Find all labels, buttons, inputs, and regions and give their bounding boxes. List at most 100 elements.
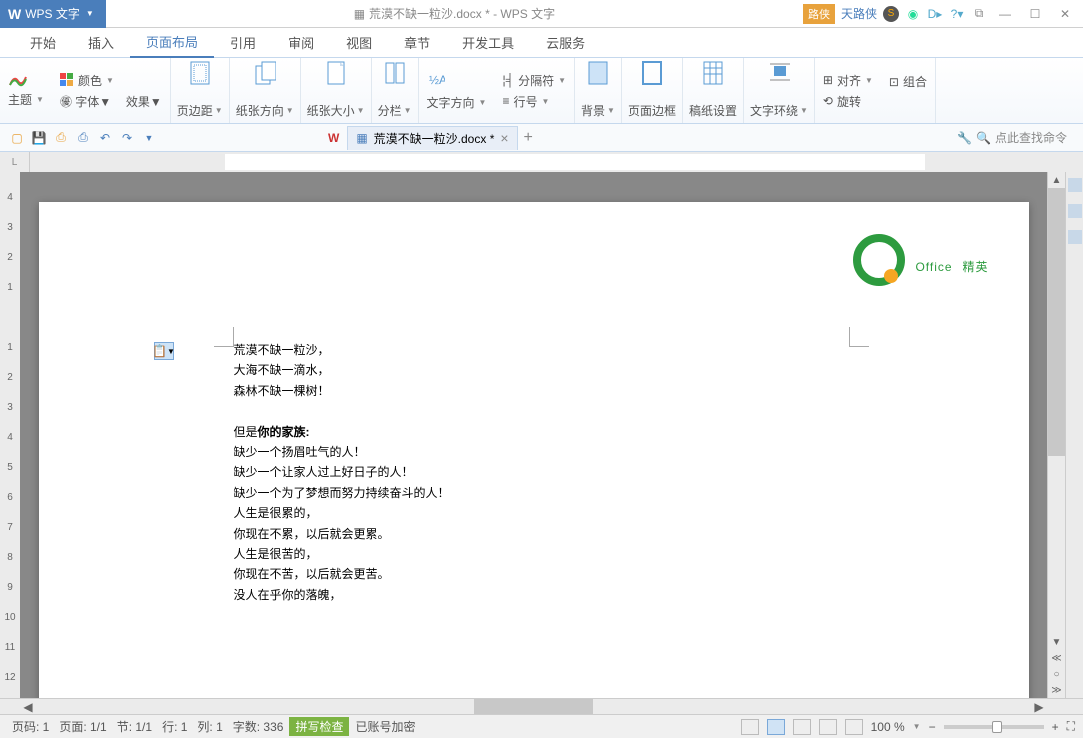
undo-icon[interactable]: ↶ — [94, 127, 116, 149]
next-page-button[interactable]: ≫ — [1048, 682, 1065, 698]
menu-cloud[interactable]: 云服务 — [530, 28, 601, 58]
scroll-down-button[interactable]: ▼ — [1048, 634, 1065, 650]
sidepanel-item-3[interactable] — [1068, 230, 1082, 244]
rotate-button[interactable]: ⟲ 旋转 — [823, 93, 861, 110]
vertical-scrollbar[interactable]: ▲ ▼ ≪ ○ ≫ — [1047, 172, 1065, 698]
user-badge[interactable]: 路侠 — [803, 4, 835, 24]
print-icon[interactable]: ⎙ — [72, 127, 94, 149]
d-icon[interactable]: D▸ — [927, 6, 943, 22]
document-tab[interactable]: ▦ 荒漠不缺一粒沙.docx * × — [347, 126, 517, 150]
status-col[interactable]: 列: 1 — [193, 718, 226, 735]
username[interactable]: 天路侠 — [841, 5, 877, 22]
status-page-no[interactable]: 页码: 1 — [8, 718, 53, 735]
status-words[interactable]: 字数: 336 — [229, 718, 288, 735]
close-tab-button[interactable]: × — [500, 130, 508, 146]
view-mode-4[interactable] — [819, 719, 837, 735]
titlebar: WWPS 文字▼ ▦ 荒漠不缺一粒沙.docx * - WPS 文字 路侠 天路… — [0, 0, 1083, 28]
effects-button[interactable]: 效果▼ — [126, 93, 162, 110]
window-title: ▦ 荒漠不缺一粒沙.docx * - WPS 文字 — [106, 5, 803, 22]
toolbox-icon[interactable]: 🔧 — [957, 131, 972, 145]
restore-icon[interactable]: ⧉ — [971, 6, 987, 22]
sidepanel-item-1[interactable] — [1068, 178, 1082, 192]
menu-section[interactable]: 章节 — [388, 28, 446, 58]
color-scheme-button[interactable]: 颜色▼ — [60, 72, 114, 89]
status-spellcheck[interactable]: 拼写检查 — [289, 717, 349, 736]
page[interactable]: Office 精英 📋▼ 荒漠不缺一粒沙， 大海不缺一滴水， 森林不缺一棵树！ … — [39, 202, 1029, 698]
minimize-button[interactable]: — — [993, 4, 1017, 24]
menu-page-layout[interactable]: 页面布局 — [130, 28, 214, 58]
horizontal-scrollbar[interactable]: ◀ ▶ — [0, 698, 1083, 714]
zoom-label[interactable]: 100 % — [871, 720, 905, 734]
sidepanel-item-2[interactable] — [1068, 204, 1082, 218]
align-button[interactable]: ⊞ 对齐▼ — [823, 72, 873, 89]
add-tab-button[interactable]: + — [524, 129, 533, 147]
help-icon[interactable]: ?▾ — [949, 6, 965, 22]
text-wrap-button[interactable]: 文字环绕▼ — [744, 58, 815, 123]
sync-icon[interactable]: ◉ — [905, 6, 921, 22]
save-icon[interactable]: 💾 — [28, 127, 50, 149]
new-icon[interactable]: ▢ — [6, 127, 28, 149]
svg-text:½A: ½A — [429, 73, 445, 87]
hscroll-thumb[interactable] — [474, 699, 593, 714]
columns-button[interactable]: 分栏▼ — [372, 58, 419, 123]
text-direction-icon[interactable]: ½A — [427, 70, 445, 90]
menu-start[interactable]: 开始 — [14, 28, 72, 58]
paper-size-button[interactable]: 纸张大小▼ — [301, 58, 372, 123]
menu-review[interactable]: 审阅 — [272, 28, 330, 58]
background-button[interactable]: 背景▼ — [575, 58, 622, 123]
status-section[interactable]: 节: 1/1 — [113, 718, 156, 735]
menu-insert[interactable]: 插入 — [72, 28, 130, 58]
scroll-left-button[interactable]: ◀ — [20, 700, 36, 714]
theme-button[interactable]: 主题▼ — [8, 91, 44, 108]
vscroll-thumb[interactable] — [1048, 188, 1065, 456]
margins-button[interactable]: 页边距▼ — [171, 58, 230, 123]
status-line[interactable]: 行: 1 — [158, 718, 191, 735]
watermark: Office 精英 — [851, 232, 988, 288]
ruler-vertical[interactable]: 43 21 12 34 56 78 910 1112 — [0, 172, 20, 698]
workspace: 43 21 12 34 56 78 910 1112 Office 精英 📋▼ … — [0, 172, 1083, 698]
status-encrypt[interactable]: 已账号加密 — [351, 718, 419, 735]
font-scheme-button[interactable]: ㊝ 字体▼ — [60, 93, 111, 110]
breaks-button[interactable]: ¦╡ 分隔符▼ — [502, 72, 566, 89]
view-mode-1[interactable] — [741, 719, 759, 735]
line-numbers-button[interactable]: ≡ 行号▼ — [502, 93, 549, 110]
status-page[interactable]: 页面: 1/1 — [55, 718, 110, 735]
page-border-button[interactable]: 页面边框 — [622, 58, 683, 123]
search-command-input[interactable]: 点此查找命令 — [995, 129, 1067, 146]
view-mode-2[interactable] — [767, 719, 785, 735]
view-mode-3[interactable] — [793, 719, 811, 735]
close-button[interactable]: ✕ — [1053, 4, 1077, 24]
print-preview-icon[interactable]: ⎙ — [50, 127, 72, 149]
document-content[interactable]: 荒漠不缺一粒沙， 大海不缺一滴水， 森林不缺一棵树！ 但是你的家族: 缺少一个扬… — [234, 340, 969, 605]
menu-devtools[interactable]: 开发工具 — [446, 28, 530, 58]
scroll-up-button[interactable]: ▲ — [1048, 172, 1065, 188]
scroll-right-button[interactable]: ▶ — [1031, 700, 1047, 714]
menubar: 开始 插入 页面布局 引用 审阅 视图 章节 开发工具 云服务 — [0, 28, 1083, 58]
app-logo[interactable]: WWPS 文字▼ — [0, 0, 106, 28]
margin-mark-tl — [214, 327, 234, 347]
wps-home-tab[interactable]: W — [320, 126, 347, 150]
ruler-horizontal[interactable]: L — [0, 152, 1083, 172]
text-direction-button[interactable]: 文字方向▼ — [427, 94, 487, 111]
zoom-slider[interactable] — [944, 725, 1044, 729]
redo-icon[interactable]: ↷ — [116, 127, 138, 149]
draft-settings-button[interactable]: 稿纸设置 — [683, 58, 744, 123]
theme-colors-icon[interactable] — [8, 73, 28, 87]
view-mode-5[interactable] — [845, 719, 863, 735]
statusbar: 页码: 1 页面: 1/1 节: 1/1 行: 1 列: 1 字数: 336 拼… — [0, 714, 1083, 738]
browse-object-button[interactable]: ○ — [1048, 666, 1065, 682]
fullscreen-button[interactable]: ⛶ — [1067, 719, 1075, 734]
orientation-button[interactable]: 纸张方向▼ — [230, 58, 301, 123]
ruler-corner[interactable]: L — [0, 152, 30, 172]
s-icon[interactable]: S — [883, 6, 899, 22]
prev-page-button[interactable]: ≪ — [1048, 650, 1065, 666]
menu-view[interactable]: 视图 — [330, 28, 388, 58]
document-area[interactable]: Office 精英 📋▼ 荒漠不缺一粒沙， 大海不缺一滴水， 森林不缺一棵树！ … — [20, 172, 1047, 698]
maximize-button[interactable]: ☐ — [1023, 4, 1047, 24]
zoom-in-button[interactable]: + — [1052, 720, 1059, 734]
group-button[interactable]: ⊡ 组合 — [889, 73, 927, 90]
menu-references[interactable]: 引用 — [214, 28, 272, 58]
zoom-out-button[interactable]: − — [929, 720, 936, 734]
paste-options-icon[interactable]: 📋▼ — [154, 342, 174, 360]
dropdown-icon[interactable]: ▼ — [138, 127, 160, 149]
